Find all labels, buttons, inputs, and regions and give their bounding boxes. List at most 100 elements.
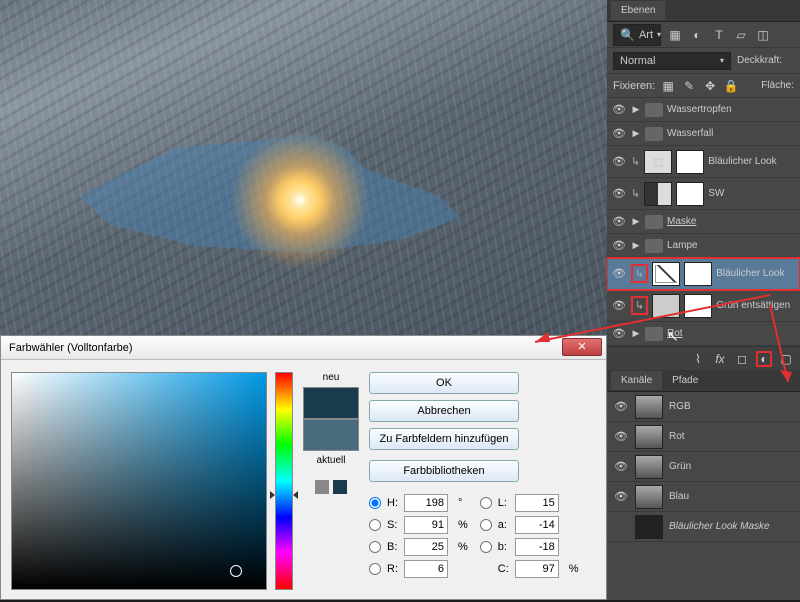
r-input[interactable]: [404, 560, 448, 578]
channel-row[interactable]: 👁Blau: [607, 482, 800, 512]
a-input[interactable]: [515, 516, 559, 534]
dialog-titlebar[interactable]: Farbwähler (Volltonfarbe) ✕: [1, 336, 606, 360]
current-color-swatch[interactable]: [303, 419, 359, 451]
mask-thumb: [684, 262, 712, 286]
clip-icon-highlighted: ↳: [631, 264, 648, 283]
a-radio[interactable]: [480, 519, 492, 531]
visibility-icon[interactable]: 👁: [611, 327, 627, 340]
hue-slider[interactable]: [275, 372, 293, 590]
layers-tab[interactable]: Ebenen: [611, 1, 665, 20]
websafe-icon[interactable]: [333, 480, 347, 494]
light-glow: [230, 130, 370, 270]
clip-icon-highlighted: ↳: [631, 296, 648, 315]
color-field-marker: [230, 565, 242, 577]
b-radio[interactable]: [369, 541, 381, 553]
adjustment-icon-highlighted[interactable]: ◐: [756, 351, 772, 367]
blend-mode-select[interactable]: Normal: [613, 52, 731, 70]
lock-transparency-icon[interactable]: ▦: [660, 78, 676, 94]
c-input[interactable]: [515, 560, 559, 578]
h-input[interactable]: [404, 494, 448, 512]
folder-icon: [645, 239, 663, 253]
filter-type-icon[interactable]: T: [711, 27, 727, 43]
color-field[interactable]: [11, 372, 267, 590]
r-label: R:: [387, 563, 398, 575]
group-icon[interactable]: ▢: [778, 351, 794, 367]
close-button[interactable]: ✕: [562, 338, 602, 356]
bb-input[interactable]: [515, 538, 559, 556]
visibility-icon[interactable]: 👁: [611, 267, 627, 280]
layer-row[interactable]: 👁▶Wassertropfen: [607, 98, 800, 122]
twirl-icon[interactable]: ▶: [631, 240, 641, 251]
fx-icon[interactable]: fx: [712, 351, 728, 367]
gamut-icon[interactable]: [315, 480, 329, 494]
channels-tab[interactable]: Kanäle: [611, 371, 662, 390]
filter-pixel-icon[interactable]: ▦: [667, 27, 683, 43]
layer-row[interactable]: 👁↳▤Grün entsättigen: [607, 290, 800, 322]
visibility-icon[interactable]: 👁: [613, 400, 629, 413]
mask-icon[interactable]: ◻: [734, 351, 750, 367]
filter-shape-icon[interactable]: ▱: [733, 27, 749, 43]
visibility-icon[interactable]: 👁: [611, 215, 627, 228]
add-swatch-button[interactable]: Zu Farbfeldern hinzufügen: [369, 428, 519, 450]
s-radio[interactable]: [369, 519, 381, 531]
channel-thumb: [635, 395, 663, 419]
new-label: neu: [323, 372, 340, 383]
visibility-icon[interactable]: 👁: [611, 299, 627, 312]
bb-radio[interactable]: [480, 541, 492, 553]
filter-adjust-icon[interactable]: ◐: [689, 27, 705, 43]
l-radio[interactable]: [480, 497, 492, 509]
h-label: H:: [387, 497, 398, 509]
s-input[interactable]: [404, 516, 448, 534]
h-radio[interactable]: [369, 497, 381, 509]
lock-brush-icon[interactable]: ✎: [681, 78, 697, 94]
twirl-icon[interactable]: ▶: [631, 128, 641, 139]
paths-tab[interactable]: Pfade: [662, 371, 708, 390]
layer-row[interactable]: 👁▶Lampe: [607, 234, 800, 258]
color-libs-button[interactable]: Farbbibliotheken: [369, 460, 519, 482]
ok-button[interactable]: OK: [369, 372, 519, 394]
lock-label: Fixieren:: [613, 80, 655, 92]
blend-mode-row: Normal Deckkraft:: [607, 48, 800, 74]
visibility-icon[interactable]: 👁: [613, 460, 629, 473]
b-input[interactable]: [404, 538, 448, 556]
channel-row[interactable]: 👁Grün: [607, 452, 800, 482]
clip-icon: ↳: [631, 155, 640, 168]
layer-row[interactable]: 👁▶Maske: [607, 210, 800, 234]
twirl-icon[interactable]: ▶: [631, 216, 641, 227]
layer-row[interactable]: 👁↳SW: [607, 178, 800, 210]
lock-all-icon[interactable]: 🔒: [723, 78, 739, 94]
channel-row[interactable]: 👁RGB: [607, 392, 800, 422]
visibility-icon[interactable]: 👁: [613, 430, 629, 443]
s-label: S:: [387, 519, 398, 531]
channel-row[interactable]: 👁Bläulicher Look Maske: [607, 512, 800, 542]
c-label: C:: [498, 563, 509, 575]
filter-smart-icon[interactable]: ◫: [755, 27, 771, 43]
lock-move-icon[interactable]: ✥: [702, 78, 718, 94]
hsb-values: H:° S:% B:% R:: [369, 494, 468, 578]
button-column: OK Abbrechen Zu Farbfeldern hinzufügen F…: [369, 372, 519, 482]
bb-label: b:: [498, 541, 509, 553]
folder-icon: [645, 215, 663, 229]
current-label: aktuell: [317, 455, 346, 466]
huesat-icon: ▤: [652, 294, 680, 318]
visibility-icon[interactable]: 👁: [613, 490, 629, 503]
layer-filter-row: 🔍Art ▦ ◐ T ▱ ◫: [607, 22, 800, 48]
swatch-pair: [303, 387, 359, 451]
visibility-icon[interactable]: 👁: [611, 239, 627, 252]
cancel-button[interactable]: Abbrechen: [369, 400, 519, 422]
twirl-icon[interactable]: ▶: [631, 328, 641, 339]
twirl-icon[interactable]: ▶: [631, 104, 641, 115]
l-input[interactable]: [515, 494, 559, 512]
filter-type-select[interactable]: 🔍Art: [613, 24, 661, 46]
channel-row[interactable]: 👁Rot: [607, 422, 800, 452]
layer-row-selected[interactable]: 👁↳Bläulicher Look: [607, 258, 800, 290]
visibility-icon[interactable]: 👁: [611, 155, 627, 168]
link-icon[interactable]: ⌇: [690, 351, 706, 367]
visibility-icon[interactable]: 👁: [611, 103, 627, 116]
layer-row[interactable]: 👁▶Rot↖: [607, 322, 800, 346]
layer-row[interactable]: 👁▶Wasserfall: [607, 122, 800, 146]
layer-row[interactable]: 👁↳⚖Bläulicher Look: [607, 146, 800, 178]
visibility-icon[interactable]: 👁: [611, 187, 627, 200]
r-radio[interactable]: [369, 563, 381, 575]
visibility-icon[interactable]: 👁: [611, 127, 627, 140]
